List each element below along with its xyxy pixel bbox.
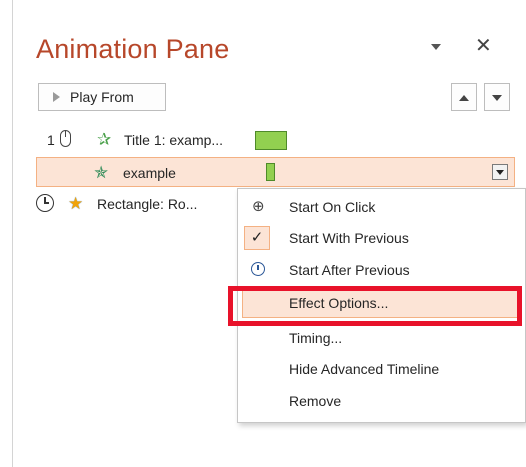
menu-item-timing[interactable]: Timing... — [238, 323, 526, 353]
animation-item-selected[interactable]: ✯ example — [36, 157, 515, 187]
menu-item-label: Start After Previous — [289, 262, 410, 278]
mouse-icon — [60, 130, 71, 147]
pane-title: Animation Pane — [36, 34, 230, 64]
order-number: 1 — [47, 132, 55, 148]
animation-item-label: Rectangle: Ro... — [97, 196, 198, 212]
triangle-down-icon — [492, 95, 502, 101]
menu-item-label: Remove — [289, 393, 342, 409]
menu-item-label: Start With Previous — [289, 230, 409, 246]
pane-options-icon[interactable] — [431, 44, 441, 50]
menu-item-label: Hide Advanced Timeline — [289, 361, 440, 377]
star-icon: ★ — [68, 194, 84, 213]
entrance-effect-star-icon: ✯ — [94, 163, 109, 182]
menu-item-hide-advanced-timeline[interactable]: Hide Advanced Timeline — [238, 354, 526, 384]
close-icon[interactable]: ✕ — [475, 33, 492, 58]
menu-item-label: Start On Click — [289, 199, 376, 215]
play-from-label: Play From — [70, 89, 134, 105]
menu-item-start-on-click[interactable]: ⊕ Start On Click — [238, 192, 526, 222]
menu-item-start-after-previous[interactable]: Start After Previous — [238, 255, 526, 285]
move-earlier-button[interactable] — [451, 83, 477, 111]
pane-left-border — [12, 0, 13, 467]
menu-item-start-with-previous[interactable]: ✓ Start With Previous — [238, 223, 526, 253]
animation-item-label: Title 1: examp... — [124, 132, 224, 148]
item-dropdown-button[interactable] — [492, 164, 508, 180]
menu-item-label: Timing... — [289, 330, 343, 346]
play-icon — [53, 92, 60, 102]
move-later-button[interactable] — [484, 83, 510, 111]
animation-item[interactable]: 1 ✰ Title 1: examp... — [0, 126, 526, 154]
clock-icon — [36, 194, 54, 212]
triangle-up-icon — [459, 95, 469, 101]
clock-icon — [251, 262, 265, 276]
animation-item-label: example — [123, 165, 176, 181]
checkmark-icon: ✓ — [244, 226, 270, 250]
play-from-button[interactable]: Play From — [38, 83, 166, 111]
timeline-bar[interactable] — [255, 131, 287, 150]
annotation-highlight-frame — [228, 286, 522, 326]
entrance-effect-star-icon: ✰ — [97, 130, 112, 149]
menu-item-remove[interactable]: Remove — [238, 386, 526, 416]
mouse-click-icon: ⊕ — [252, 198, 265, 215]
timeline-bar[interactable] — [266, 163, 275, 181]
cutoff-glyph: ˇ — [266, 0, 270, 8]
